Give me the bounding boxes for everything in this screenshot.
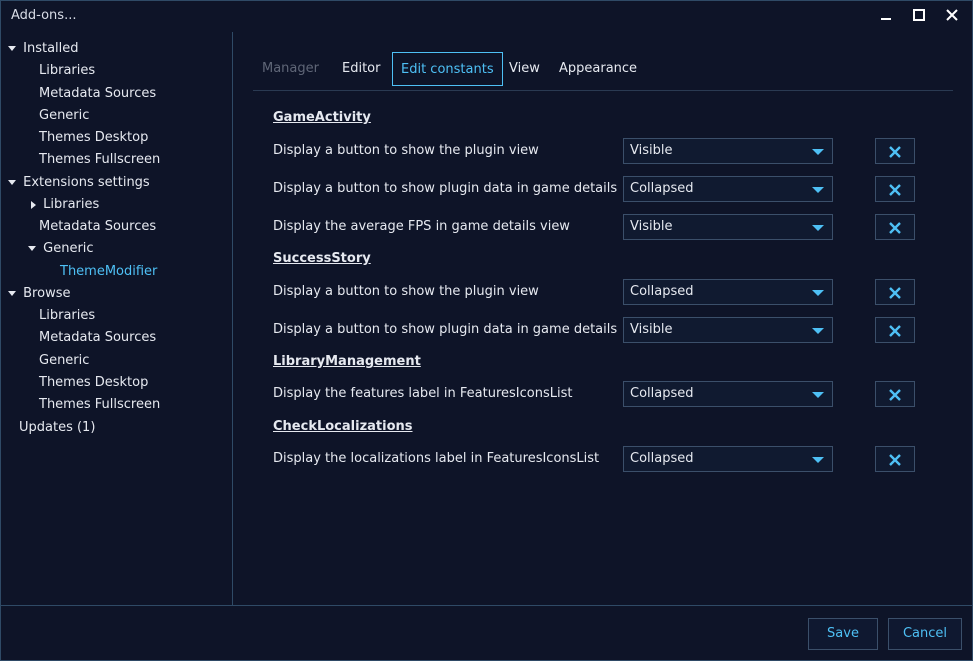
tree-group-label: Browse [23,286,71,301]
tree-item-extensions-libraries[interactable]: Libraries [31,195,99,215]
select-value: Collapsed [630,181,694,196]
select-value: Collapsed [630,451,694,466]
section-title-librarymanagement: LibraryManagement [273,354,421,369]
visibility-select[interactable]: Collapsed [623,176,833,202]
reset-button[interactable] [875,176,915,202]
tab-appearance[interactable]: Appearance [551,52,645,86]
select-value: Visible [630,143,673,158]
maximize-icon [913,9,925,21]
setting-label: Display a button to show plugin data in … [273,322,618,337]
tab-edit-constants[interactable]: Edit constants [392,52,503,86]
section-title-successstory: SuccessStory [273,251,371,266]
select-value: Collapsed [630,386,694,401]
tab-manager: Manager [262,61,319,76]
tree-group-extensions-settings[interactable]: Extensions settings [8,173,150,193]
expand-caret-icon [8,46,16,51]
tab-editor[interactable]: Editor [334,52,388,86]
close-icon [889,389,901,401]
tree-group-installed[interactable]: Installed [8,39,79,59]
dropdown-arrow-icon [812,187,824,193]
sidebar-tree: Installed Libraries Metadata Sources Gen… [1,32,233,605]
tree-item-installed-libraries[interactable]: Libraries [39,61,95,81]
tree-item-browse-themes-desktop[interactable]: Themes Desktop [39,373,148,393]
window-title: Add-ons... [11,8,77,23]
visibility-select[interactable]: Collapsed [623,446,833,472]
visibility-select[interactable]: Visible [623,317,833,343]
reset-button[interactable] [875,317,915,343]
maximize-button[interactable] [907,5,931,27]
tree-group-label: Installed [23,41,79,56]
setting-label: Display a button to show plugin data in … [273,181,618,196]
dropdown-arrow-icon [812,328,824,334]
reset-button[interactable] [875,138,915,164]
tab-bar: Manager Editor Edit constants View Appea… [253,52,953,91]
tree-item-browse-metadata[interactable]: Metadata Sources [39,328,156,348]
visibility-select[interactable]: Collapsed [623,279,833,305]
dialog-footer: Save Cancel [1,605,972,661]
close-icon [889,146,901,158]
setting-label: Display a button to show the plugin view [273,284,539,299]
tree-item-updates[interactable]: Updates (1) [19,418,95,438]
close-icon [889,325,901,337]
dropdown-arrow-icon [812,392,824,398]
title-bar: Add-ons... [1,1,972,31]
main-panel: Manager Editor Edit constants View Appea… [233,32,972,605]
close-window-button[interactable] [940,5,964,27]
tree-item-extensions-generic[interactable]: Generic [28,239,94,259]
minimize-icon [881,18,891,20]
reset-button[interactable] [875,214,915,240]
expand-caret-icon [28,246,36,251]
tree-item-label: Libraries [43,197,100,212]
addons-window: Add-ons... Installed Libraries Metadata … [0,0,973,661]
tree-item-browse-generic[interactable]: Generic [39,351,89,371]
visibility-select[interactable]: Collapsed [623,381,833,407]
close-icon [946,9,958,21]
dropdown-arrow-icon [812,290,824,296]
tree-item-browse-libraries[interactable]: Libraries [39,306,95,326]
expand-caret-icon [8,180,16,185]
tree-group-browse[interactable]: Browse [8,284,70,304]
section-title-checklocalizations: CheckLocalizations [273,419,413,434]
dropdown-arrow-icon [812,457,824,463]
reset-button[interactable] [875,446,915,472]
select-value: Visible [630,219,673,234]
tree-item-installed-themes-desktop[interactable]: Themes Desktop [39,128,148,148]
cancel-button[interactable]: Cancel [888,618,962,650]
dropdown-arrow-icon [812,225,824,231]
tree-group-label: Extensions settings [23,175,150,190]
collapsed-caret-icon [31,200,36,209]
tree-item-installed-generic[interactable]: Generic [39,106,89,126]
setting-label: Display a button to show the plugin view [273,143,539,158]
visibility-select[interactable]: Visible [623,214,833,240]
setting-label: Display the features label in FeaturesIc… [273,386,573,401]
reset-button[interactable] [875,279,915,305]
select-value: Collapsed [630,284,694,299]
setting-label: Display the average FPS in game details … [273,219,570,234]
tree-item-installed-themes-fullscreen[interactable]: Themes Fullscreen [39,150,160,170]
tree-item-theme-modifier[interactable]: ThemeModifier [60,262,157,282]
section-title-gameactivity: GameActivity [273,110,371,125]
close-icon [889,184,901,196]
close-icon [889,287,901,299]
tree-item-extensions-metadata[interactable]: Metadata Sources [39,217,156,237]
select-value: Visible [630,322,673,337]
close-icon [889,222,901,234]
expand-caret-icon [8,291,16,296]
tree-item-installed-metadata[interactable]: Metadata Sources [39,84,156,104]
dropdown-arrow-icon [812,149,824,155]
reset-button[interactable] [875,381,915,407]
tab-view[interactable]: View [501,52,548,86]
setting-label: Display the localizations label in Featu… [273,451,600,466]
minimize-button[interactable] [874,5,898,27]
tree-item-browse-themes-fullscreen[interactable]: Themes Fullscreen [39,395,160,415]
visibility-select[interactable]: Visible [623,138,833,164]
tree-item-label: Generic [43,241,94,256]
close-icon [889,454,901,466]
save-button[interactable]: Save [808,618,878,650]
